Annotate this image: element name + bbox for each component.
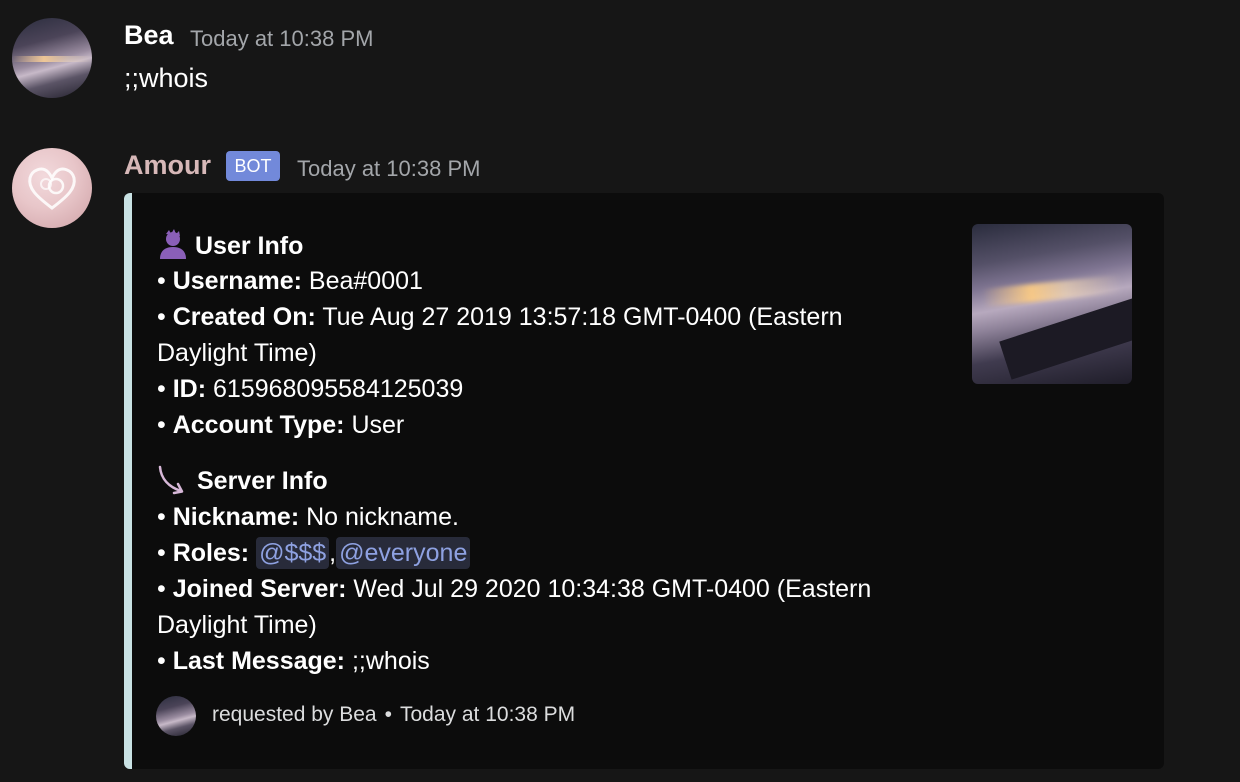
field-joined-server: • Joined Server: Wed Jul 29 2020 10:34:3… (157, 575, 871, 604)
section-heading: User Info (195, 232, 304, 260)
message-timestamp: Today at 10:38 PM (297, 156, 481, 181)
field-created-on-cont: Daylight Time) (157, 339, 317, 368)
curved-arrow-icon (158, 465, 184, 495)
bullet: • (157, 411, 166, 439)
role-mention[interactable]: @$$$ (256, 537, 330, 569)
field-label: ID: (172, 375, 207, 403)
field-value: Daylight Time) (157, 611, 317, 639)
field-last-message: • Last Message: ;;whois (157, 647, 430, 676)
field-value: 615968095584125039 (213, 375, 464, 403)
field-label: Created On: (172, 303, 316, 331)
field-roles: • Roles: @$$$, @everyone (157, 537, 471, 569)
field-label: Username: (172, 267, 302, 295)
field-nickname: • Nickname: No nickname. (157, 503, 459, 532)
field-value: ;;whois (351, 647, 430, 675)
field-joined-server-cont: Daylight Time) (157, 611, 317, 640)
bullet: • (157, 503, 166, 531)
embed-color-bar (124, 193, 132, 769)
bullet: • (157, 375, 166, 403)
field-label: Roles: (172, 539, 250, 567)
bullet: • (157, 539, 166, 567)
embed-thumbnail[interactable] (972, 224, 1132, 384)
field-label: Last Message: (172, 647, 346, 675)
field-value: Bea#0001 (308, 267, 423, 295)
user-info-title: User Info (157, 228, 303, 261)
bullet: • (157, 575, 166, 603)
author-name[interactable]: Amour (124, 150, 211, 181)
embed: User Info • Username: Bea#0001 • Created… (124, 193, 1164, 769)
field-label: Account Type: (172, 411, 345, 439)
footer-separator: • (384, 703, 392, 726)
purple-person-icon (160, 229, 186, 259)
footer-avatar (156, 696, 196, 736)
field-value: Daylight Time) (157, 339, 317, 367)
field-value: No nickname. (306, 503, 459, 531)
embed-footer: requested by Bea • Today at 10:38 PM (212, 703, 575, 727)
footer-timestamp: Today at 10:38 PM (399, 703, 576, 726)
bullet: • (157, 267, 166, 295)
role-separator: , (329, 539, 337, 567)
field-created-on: • Created On: Tue Aug 27 2019 13:57:18 G… (157, 303, 843, 332)
field-username: • Username: Bea#0001 (157, 267, 423, 296)
field-label: Nickname: (172, 503, 300, 531)
field-account-type: • Account Type: User (157, 411, 404, 440)
field-label: Joined Server: (172, 575, 347, 603)
heart-logo-icon (28, 167, 76, 210)
bot-badge: BOT (226, 151, 280, 181)
field-id: • ID: 615968095584125039 (157, 375, 463, 404)
field-value: User (351, 411, 405, 439)
bullet: • (157, 647, 166, 675)
bot-avatar[interactable] (12, 148, 92, 228)
message-amour: Amour BOT Today at 10:38 PM User Info • … (0, 0, 1240, 782)
footer-text: requested by Bea (212, 703, 377, 726)
field-value: Tue Aug 27 2019 13:57:18 GMT-0400 (Easte… (322, 303, 843, 331)
bullet: • (157, 303, 166, 331)
server-info-title: Server Info (157, 463, 328, 497)
role-mention[interactable]: @everyone (336, 537, 471, 569)
section-heading: Server Info (197, 467, 328, 495)
field-value: Wed Jul 29 2020 10:34:38 GMT-0400 (Easte… (353, 575, 872, 603)
